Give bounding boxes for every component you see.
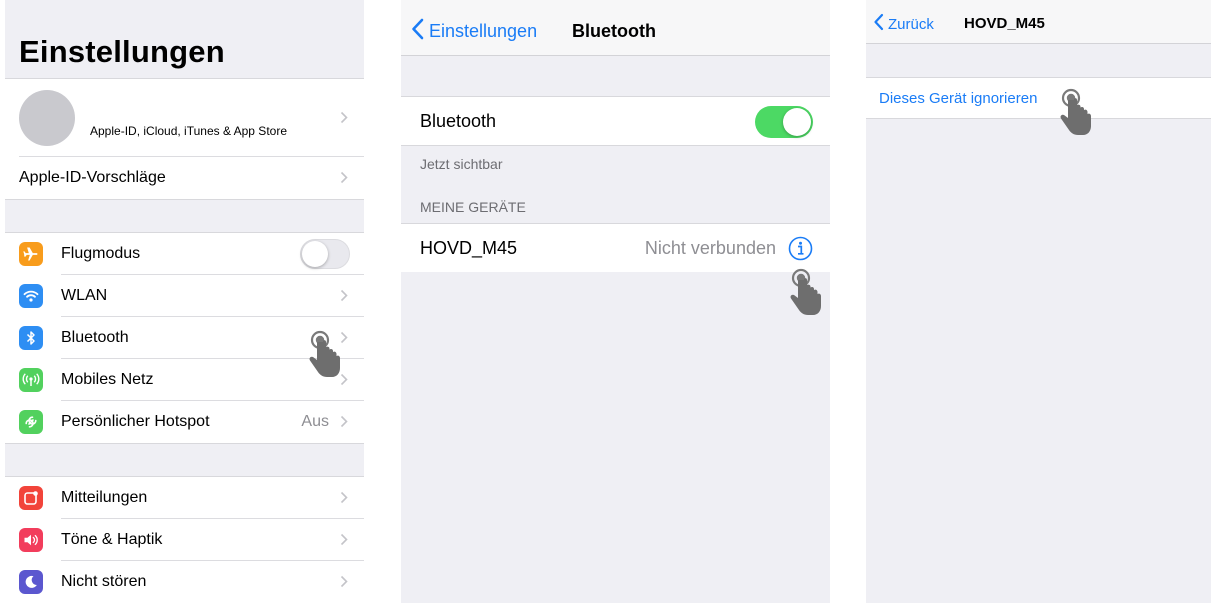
forget-device-label: Dieses Gerät ignorieren [879, 89, 1038, 107]
airplane-icon [19, 242, 43, 266]
sounds-label: Töne & Haptik [61, 531, 163, 548]
do-not-disturb-label: Nicht stören [61, 573, 147, 590]
device-detail-panel: Zurück HOVD_M45 Dieses Gerät ignorieren [866, 0, 1211, 603]
settings-panel: Einstellungen Apple-ID, iCloud, iTunes &… [5, 0, 364, 603]
back-button[interactable]: Zurück [873, 13, 934, 36]
navigation-bar: Zurück HOVD_M45 [866, 0, 1211, 44]
info-icon[interactable] [788, 236, 813, 266]
back-button[interactable]: Einstellungen [411, 18, 537, 45]
chevron-right-icon [340, 491, 348, 509]
chevron-left-icon [873, 13, 884, 36]
hotspot-label: Persönlicher Hotspot [61, 413, 210, 430]
chevron-left-icon [411, 18, 424, 45]
bluetooth-icon [19, 326, 43, 350]
page-title: Einstellungen [19, 34, 225, 69]
wifi-icon [19, 284, 43, 308]
chevron-right-icon [340, 415, 348, 433]
bluetooth-row: Bluetooth [401, 97, 830, 145]
page-title: HOVD_M45 [964, 15, 1045, 32]
back-label: Zurück [888, 16, 934, 33]
notifications-label: Mitteilungen [61, 489, 148, 506]
sidebar-item-do-not-disturb[interactable]: Nicht stören [5, 561, 364, 603]
bluetooth-label: Bluetooth [420, 110, 497, 131]
back-label: Einstellungen [429, 21, 538, 41]
moon-icon [19, 570, 43, 594]
airplane-mode-toggle[interactable] [300, 239, 350, 269]
mobile-network-label: Mobiles Netz [61, 371, 154, 388]
hotspot-status: Aus [301, 413, 329, 430]
tap-hand-icon [786, 268, 824, 320]
page-title: Bluetooth [572, 21, 656, 41]
notifications-icon [19, 486, 43, 510]
sidebar-item-wlan[interactable]: WLAN [5, 275, 364, 317]
bluetooth-panel: Einstellungen Bluetooth Bluetooth Jetzt … [401, 0, 830, 603]
antenna-icon [19, 368, 43, 392]
my-devices-header: MEINE GERÄTE [420, 199, 526, 215]
chevron-right-icon [340, 111, 348, 129]
wlan-label: WLAN [61, 287, 108, 304]
tap-hand-icon [1056, 88, 1094, 140]
device-actions-group: Dieses Gerät ignorieren [866, 77, 1211, 119]
account-group: Apple-ID, iCloud, iTunes & App Store App… [5, 78, 364, 200]
device-status: Nicht verbunden [644, 237, 776, 258]
airplane-mode-row[interactable]: Flugmodus [5, 233, 364, 275]
visibility-caption: Jetzt sichtbar [420, 156, 503, 172]
bluetooth-toggle-group: Bluetooth [401, 96, 830, 146]
chevron-right-icon [340, 289, 348, 307]
airplane-mode-label: Flugmodus [61, 245, 141, 262]
forget-device-button[interactable]: Dieses Gerät ignorieren [866, 78, 1211, 118]
suggestions-label: Apple-ID-Vorschläge [19, 169, 166, 186]
chevron-right-icon [340, 533, 348, 551]
sidebar-item-notifications[interactable]: Mitteilungen [5, 477, 364, 519]
account-label: Apple-ID, iCloud, iTunes & App Store [90, 124, 287, 138]
account-row[interactable]: Apple-ID, iCloud, iTunes & App Store [5, 79, 364, 157]
device-name: HOVD_M45 [420, 237, 518, 258]
tap-hand-icon [305, 330, 343, 382]
navigation-bar: Einstellungen Bluetooth [401, 0, 830, 56]
sidebar-item-hotspot[interactable]: Persönlicher Hotspot Aus [5, 401, 364, 443]
sound-icon [19, 528, 43, 552]
apple-id-suggestions-row[interactable]: Apple-ID-Vorschläge [5, 157, 364, 199]
sidebar-item-sounds[interactable]: Töne & Haptik [5, 519, 364, 561]
chevron-right-icon [340, 575, 348, 593]
avatar [19, 90, 75, 146]
bluetooth-label: Bluetooth [61, 329, 129, 346]
chevron-right-icon [340, 171, 348, 189]
devices-group: HOVD_M45 Nicht verbunden [401, 223, 830, 272]
bluetooth-toggle[interactable] [755, 106, 813, 138]
hotspot-icon [19, 410, 43, 434]
device-row[interactable]: HOVD_M45 Nicht verbunden [401, 224, 830, 272]
notifications-group: Mitteilungen Töne & Haptik Nicht stören [5, 476, 364, 603]
